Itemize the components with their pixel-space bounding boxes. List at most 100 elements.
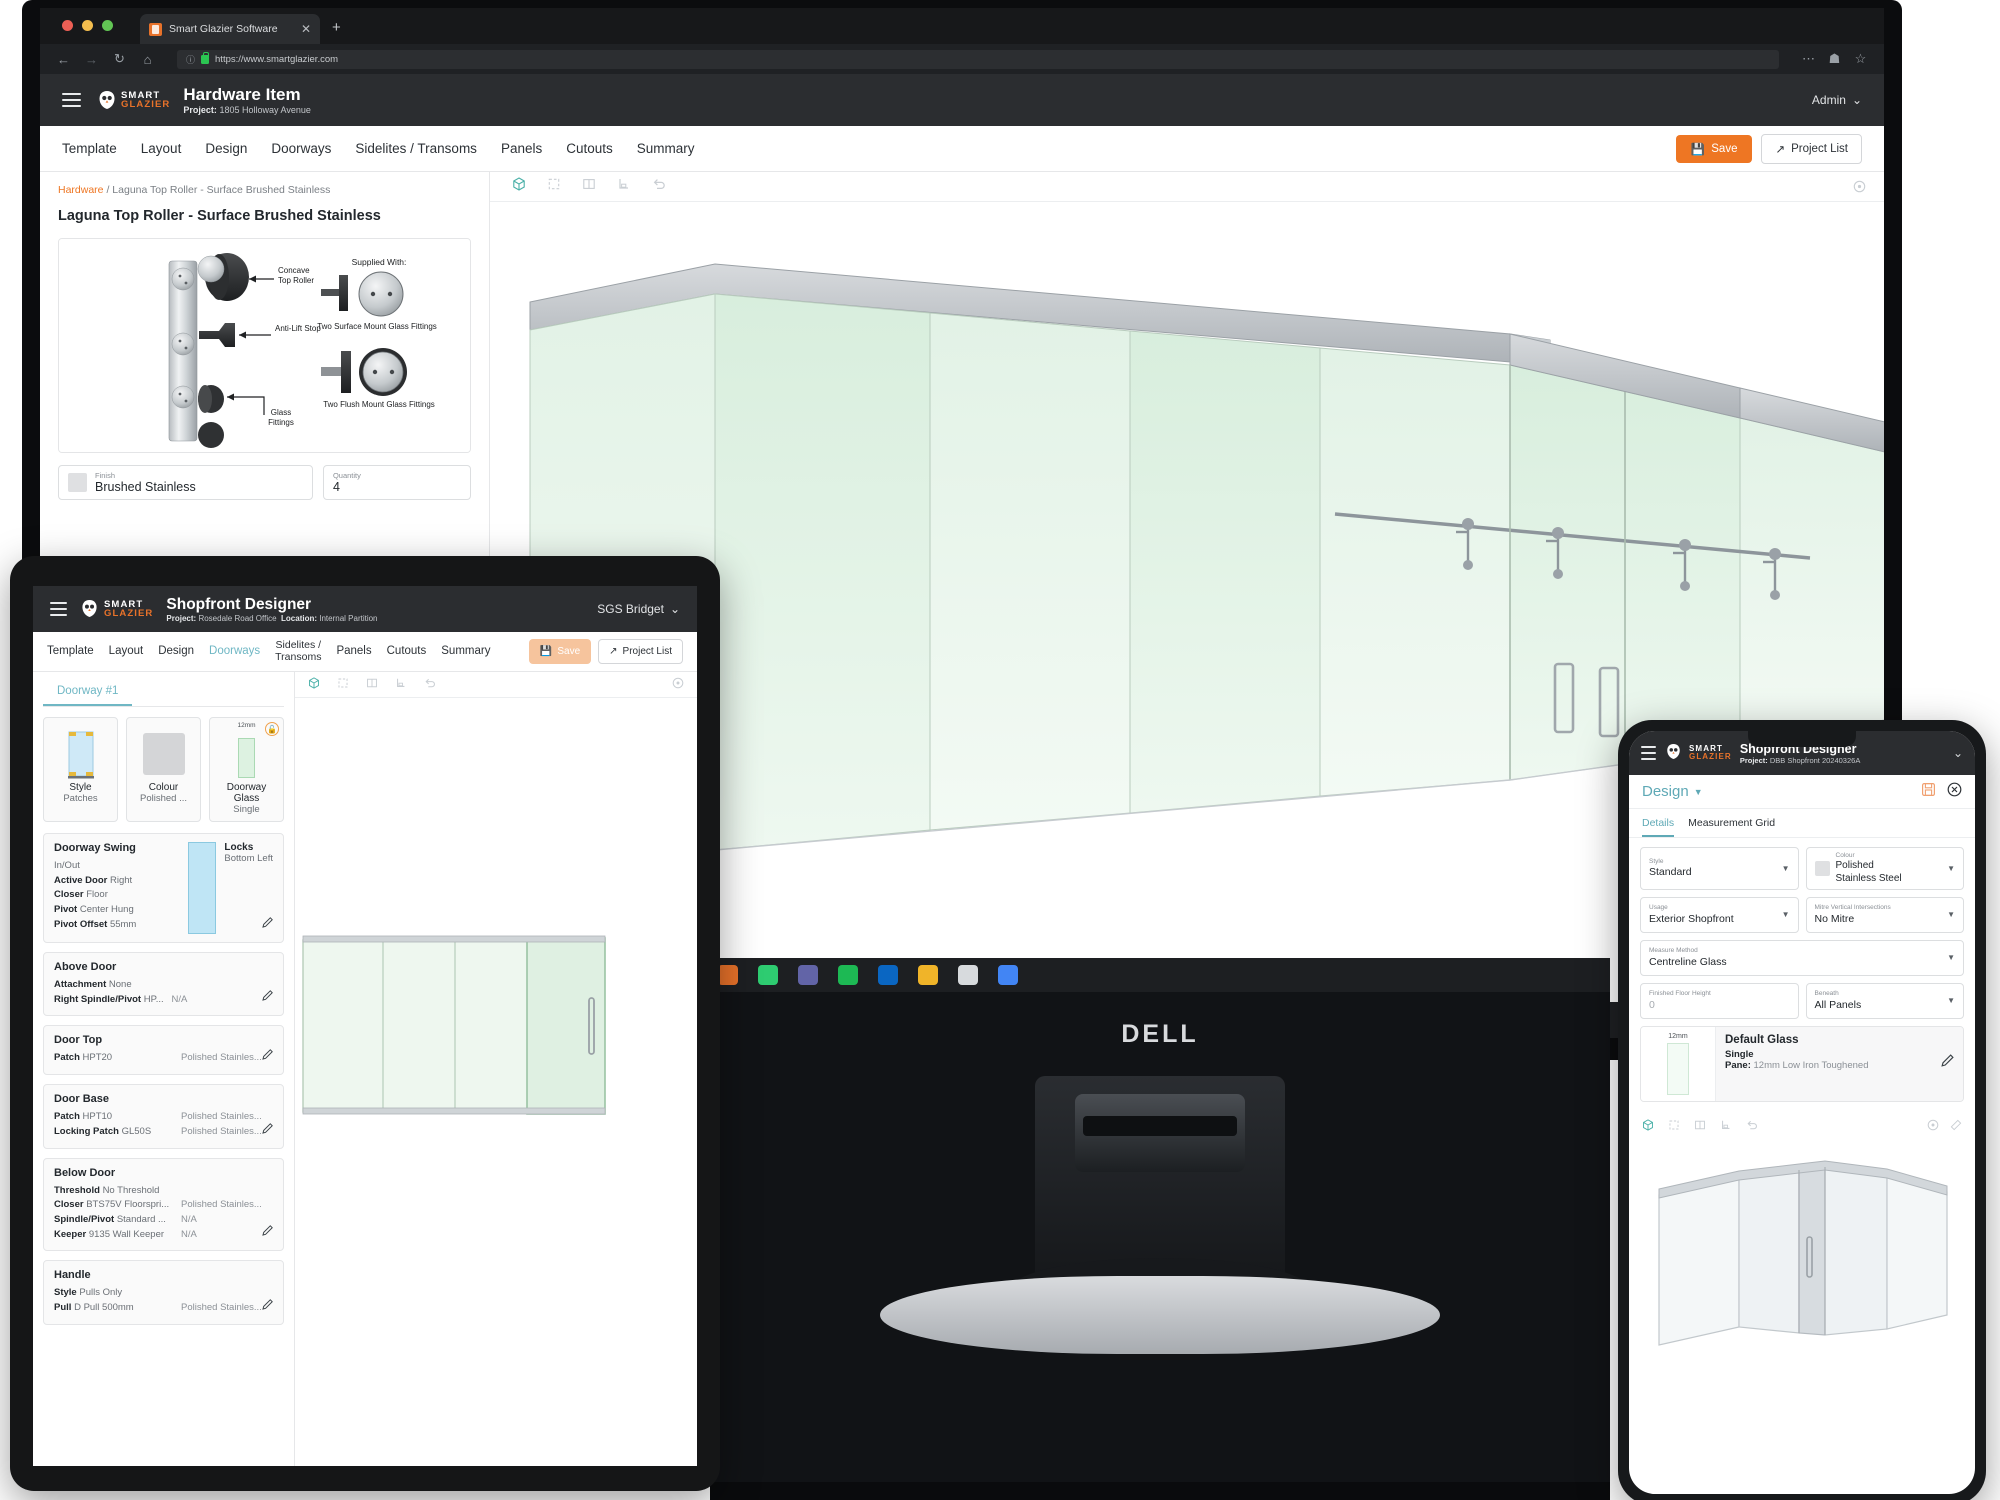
close-icon[interactable] bbox=[1947, 782, 1962, 802]
frame-icon[interactable] bbox=[1668, 1118, 1680, 1136]
elevation-icon[interactable] bbox=[617, 177, 631, 196]
colour-card[interactable]: Colour Polished ... bbox=[126, 717, 201, 822]
reload-icon[interactable]: ↻ bbox=[112, 51, 127, 67]
caret-down-icon[interactable]: ▼ bbox=[1694, 787, 1703, 797]
bookmark-icon[interactable]: ☆ bbox=[1853, 51, 1868, 67]
address-bar[interactable]: ⓘ https://www.smartglazier.com bbox=[177, 49, 1779, 69]
colour-select[interactable]: Colour Polished Stainless Steel ▼ bbox=[1805, 847, 1964, 890]
elevation-icon[interactable] bbox=[1720, 1118, 1732, 1136]
edit-icon[interactable] bbox=[262, 1297, 274, 1315]
phone-3d-model[interactable] bbox=[1629, 1136, 1975, 1372]
taskbar-icon-calculator[interactable] bbox=[958, 965, 978, 985]
settings-icon[interactable] bbox=[672, 676, 684, 694]
site-info-icon[interactable]: ⓘ bbox=[186, 53, 195, 66]
split-view-icon[interactable] bbox=[1694, 1118, 1706, 1136]
tablet-user-menu[interactable]: SGS Bridget ⌄ bbox=[597, 602, 680, 616]
undo-icon[interactable] bbox=[1746, 1118, 1758, 1136]
window-controls[interactable] bbox=[62, 20, 113, 31]
undo-icon[interactable] bbox=[424, 676, 436, 694]
cube-icon[interactable] bbox=[1642, 1118, 1654, 1136]
tablet-tab-cutouts[interactable]: Cutouts bbox=[387, 645, 427, 657]
shield-icon[interactable]: ☗ bbox=[1827, 51, 1842, 67]
usage-select[interactable]: Usage Exterior Shopfront ▼ bbox=[1640, 896, 1799, 933]
doorway-tab-1[interactable]: Doorway #1 bbox=[43, 680, 133, 706]
measure-icon[interactable] bbox=[1950, 1118, 1962, 1136]
menu-icon[interactable] bbox=[62, 93, 81, 107]
tablet-save-button[interactable]: 💾 Save bbox=[528, 639, 592, 664]
taskbar-icon-spotify[interactable] bbox=[838, 965, 858, 985]
save-icon[interactable] bbox=[1921, 782, 1936, 802]
more-options-icon[interactable]: ⋯ bbox=[1801, 51, 1816, 67]
phone-menu-icon[interactable] bbox=[1641, 746, 1656, 760]
new-tab-button[interactable]: + bbox=[332, 19, 341, 36]
browser-tab[interactable]: Smart Glazier Software ✕ bbox=[140, 14, 320, 44]
doorway-glass-card[interactable]: 12mm 🔓 Doorway Glass Single bbox=[209, 717, 284, 822]
default-glass-card[interactable]: 12mm Default Glass Single Pane: 12mm Low… bbox=[1640, 1025, 1964, 1102]
measure-method-select[interactable]: Measure Method Centreline Glass ▼ bbox=[1640, 939, 1964, 976]
maximize-window-button[interactable] bbox=[102, 20, 113, 31]
taskbar-icon-teams[interactable] bbox=[798, 965, 818, 985]
user-menu[interactable]: Admin ⌄ bbox=[1812, 93, 1862, 107]
tablet-tab-layout[interactable]: Layout bbox=[109, 645, 144, 657]
home-icon[interactable]: ⌂ bbox=[140, 52, 155, 67]
phone-tab-measurement-grid[interactable]: Measurement Grid bbox=[1688, 817, 1775, 829]
split-view-icon[interactable] bbox=[582, 177, 596, 196]
tablet-tab-panels[interactable]: Panels bbox=[336, 645, 371, 657]
beneath-select[interactable]: Beneath All Panels ▼ bbox=[1805, 982, 1964, 1019]
finished-floor-height-input[interactable]: Finished Floor Height 0 bbox=[1640, 982, 1799, 1019]
frame-icon[interactable] bbox=[337, 676, 349, 694]
quantity-field[interactable]: Quantity 4 bbox=[322, 465, 471, 500]
taskbar-icon-1[interactable] bbox=[718, 965, 738, 985]
style-select[interactable]: Style Standard ▼ bbox=[1640, 847, 1799, 890]
edit-icon[interactable] bbox=[262, 1223, 274, 1241]
tab-sidelites-transoms[interactable]: Sidelites / Transoms bbox=[355, 141, 477, 156]
tablet-elevation-drawing[interactable] bbox=[295, 698, 695, 1458]
frame-icon[interactable] bbox=[547, 177, 561, 196]
taskbar-icon-chrome[interactable] bbox=[998, 965, 1018, 985]
project-list-button[interactable]: ↗ Project List bbox=[1761, 133, 1862, 164]
settings-icon[interactable] bbox=[1853, 180, 1866, 198]
edit-icon[interactable] bbox=[262, 915, 274, 933]
minimize-window-button[interactable] bbox=[82, 20, 93, 31]
edit-icon[interactable] bbox=[262, 1121, 274, 1139]
tab-summary[interactable]: Summary bbox=[637, 141, 695, 156]
lock-icon[interactable]: 🔓 bbox=[265, 722, 279, 736]
taskbar-icon-excel[interactable] bbox=[758, 965, 778, 985]
mitre-vertical-intersections-select[interactable]: Mitre Vertical Intersections No Mitre ▼ bbox=[1805, 896, 1964, 933]
tablet-tab-doorways[interactable]: Doorways bbox=[209, 645, 260, 657]
breadcrumb-hardware-link[interactable]: Hardware bbox=[58, 184, 104, 196]
taskbar-icon-explorer[interactable] bbox=[918, 965, 938, 985]
cube-icon[interactable] bbox=[512, 177, 526, 196]
finish-field[interactable]: Finish Brushed Stainless bbox=[58, 465, 313, 500]
cube-icon[interactable] bbox=[308, 676, 320, 694]
tablet-tab-template[interactable]: Template bbox=[47, 645, 94, 657]
edit-icon[interactable] bbox=[262, 988, 274, 1006]
close-window-button[interactable] bbox=[62, 20, 73, 31]
style-card[interactable]: Style Patches bbox=[43, 717, 118, 822]
undo-icon[interactable] bbox=[652, 177, 666, 196]
tablet-viewport[interactable] bbox=[295, 672, 697, 1466]
taskbar-icon-outlook[interactable] bbox=[878, 965, 898, 985]
phone-section-title[interactable]: Design bbox=[1642, 783, 1689, 800]
elevation-icon[interactable] bbox=[395, 676, 407, 694]
split-view-icon[interactable] bbox=[366, 676, 378, 694]
tab-template[interactable]: Template bbox=[62, 141, 117, 156]
edit-icon[interactable] bbox=[262, 1047, 274, 1065]
back-arrow-icon[interactable]: ← bbox=[56, 52, 71, 67]
tablet-tab-design[interactable]: Design bbox=[158, 645, 194, 657]
tablet-project-list-button[interactable]: ↗ Project List bbox=[598, 639, 683, 664]
tab-cutouts[interactable]: Cutouts bbox=[566, 141, 613, 156]
tablet-tab-sidelites-transoms[interactable]: Sidelites / Transoms bbox=[275, 640, 321, 662]
tab-design[interactable]: Design bbox=[205, 141, 247, 156]
tab-layout[interactable]: Layout bbox=[141, 141, 182, 156]
close-tab-icon[interactable]: ✕ bbox=[301, 22, 311, 36]
edit-icon[interactable] bbox=[1941, 1053, 1955, 1072]
tab-panels[interactable]: Panels bbox=[501, 141, 542, 156]
chevron-down-icon[interactable]: ⌄ bbox=[1953, 746, 1963, 760]
os-taskbar[interactable] bbox=[710, 958, 1610, 992]
tablet-tab-summary[interactable]: Summary bbox=[441, 645, 490, 657]
tablet-menu-icon[interactable] bbox=[50, 602, 67, 616]
tab-doorways[interactable]: Doorways bbox=[271, 141, 331, 156]
forward-arrow-icon[interactable]: → bbox=[84, 52, 99, 67]
save-button[interactable]: 💾 Save bbox=[1675, 134, 1753, 163]
